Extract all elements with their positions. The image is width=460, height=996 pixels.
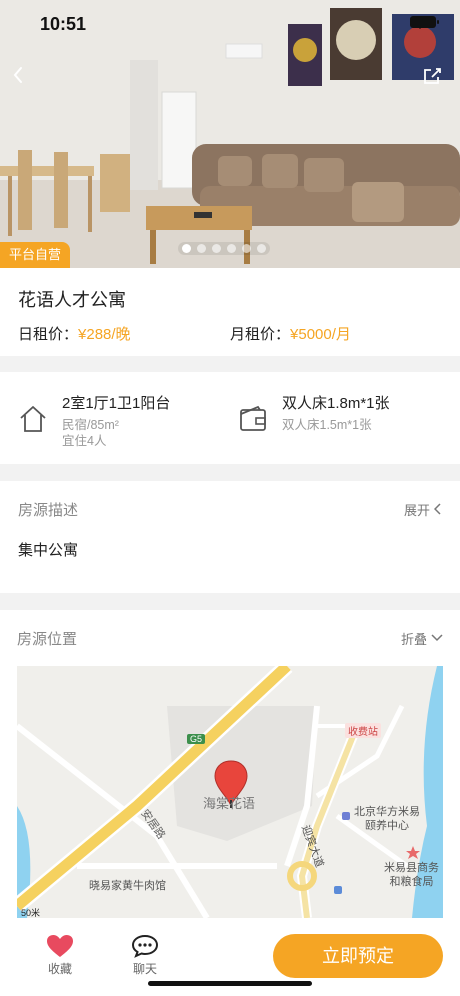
status-time: 10:51 <box>40 14 87 34</box>
favorite-button[interactable]: 收藏 <box>40 932 80 977</box>
daily-price-label: 日租价： <box>18 326 79 343</box>
collapse-button[interactable]: 折叠 <box>401 629 443 648</box>
status-icons <box>410 16 439 29</box>
description-title: 房源描述 <box>18 501 79 519</box>
heart-icon <box>47 935 73 957</box>
map-poi-bureau: 米易县商务 和粮食局 <box>384 861 439 889</box>
house-icon <box>20 406 46 432</box>
expand-label: 展开 <box>403 502 430 518</box>
hero-gallery[interactable]: 10:51 平台自营 <box>0 0 460 268</box>
description-section: 房源描述 展开 集中公寓 <box>0 481 460 593</box>
description-text: 集中公寓 <box>18 542 79 559</box>
monthly-price-label: 月租价： <box>230 326 291 343</box>
layout-capacity: 宜住4人 <box>62 434 107 448</box>
layout-sub: 民宿/85m² <box>62 418 119 432</box>
location-title: 房源位置 <box>17 630 78 648</box>
carousel-dot[interactable] <box>242 244 251 253</box>
location-map[interactable]: 海棠花语 安居路 G5 收费站 北京华方米易 颐养中心 米易县商务 和粮食局 迎… <box>17 666 443 918</box>
monthly-price-value: ¥5000/月 <box>290 326 351 343</box>
wallet-icon <box>240 405 266 431</box>
self-operated-badge: 平台自营 <box>0 242 71 268</box>
carousel-dot[interactable] <box>212 244 221 253</box>
bed-main: 双人床1.8m*1张 <box>282 395 390 412</box>
room-beds: 双人床1.8m*1张 双人床1.5m*1张 <box>238 392 390 434</box>
share-icon <box>424 68 441 84</box>
map-poi-bureau-line1: 米易县商务 <box>384 862 439 874</box>
map-scale: 50米 <box>21 908 41 918</box>
room-layout: 2室1厅1卫1阳台 民宿/85m² 宜住4人 <box>18 392 170 449</box>
map-poi-health-line2: 颐养中心 <box>365 820 409 832</box>
chat-icon <box>131 934 159 958</box>
map-canvas <box>17 666 443 918</box>
monthly-price: 月租价：¥5000/月 <box>230 323 442 344</box>
location-header: 房源位置 折叠 <box>17 610 443 666</box>
map-highway-badge: G5 <box>187 734 206 744</box>
map-poi-health-line1: 北京华方米易 <box>354 806 420 818</box>
map-poi-health: 北京华方米易 颐养中心 <box>354 805 420 833</box>
map-poi-bureau-line2: 和粮食局 <box>389 876 434 888</box>
favorite-label: 收藏 <box>47 962 72 976</box>
map-poi-center: 海棠花语 <box>203 796 256 811</box>
carousel-dot[interactable] <box>182 244 191 253</box>
bed-sub: 双人床1.5m*1张 <box>282 418 372 432</box>
chat-icon-wrap <box>125 932 165 960</box>
carousel-dot[interactable] <box>197 244 206 253</box>
chevron-down-icon <box>431 634 443 642</box>
map-toll-label: 收费站 <box>345 723 381 738</box>
chat-label: 聊天 <box>132 962 157 976</box>
carousel-dot[interactable] <box>257 244 266 253</box>
layout-main: 2室1厅1卫1阳台 <box>62 395 171 412</box>
carousel-dot[interactable] <box>227 244 236 253</box>
description-header: 房源描述 展开 <box>18 481 442 537</box>
map-restaurant: 晓易家黄牛肉馆 <box>89 880 166 892</box>
daily-price-value: ¥288/晚 <box>78 326 131 343</box>
chevron-left-icon <box>13 67 22 83</box>
listing-info: 花语人才公寓 日租价：¥288/晚 月租价：¥5000/月 <box>0 268 460 356</box>
carousel-indicator[interactable] <box>178 242 270 255</box>
book-now-button[interactable]: 立即预定 <box>273 934 443 978</box>
back-button[interactable] <box>12 66 34 88</box>
room-facts: 2室1厅1卫1阳台 民宿/85m² 宜住4人 双人床1.8m*1张 双人床1.5… <box>0 372 460 464</box>
room-photo <box>0 0 460 268</box>
chevron-left-icon <box>434 503 441 515</box>
daily-price: 日租价：¥288/晚 <box>18 323 230 344</box>
listing-detail-page: 10:51 平台自营 花语人才公寓 日租价：¥288/晚 月租价：¥5000/月… <box>0 0 460 996</box>
home-indicator <box>148 981 312 986</box>
collapse-label: 折叠 <box>400 631 427 647</box>
chat-button[interactable]: 聊天 <box>125 932 165 977</box>
location-section: 房源位置 折叠 海棠花语 安居路 G5 收费站 北京华方米易 颐养中心 米易县商… <box>0 610 460 940</box>
favorite-icon-wrap <box>40 932 80 960</box>
price-row: 日租价：¥288/晚 月租价：¥5000/月 <box>18 323 442 344</box>
listing-title: 花语人才公寓 <box>18 290 126 310</box>
battery-icon <box>410 16 439 28</box>
expand-button[interactable]: 展开 <box>404 500 442 519</box>
share-button[interactable] <box>422 66 444 88</box>
